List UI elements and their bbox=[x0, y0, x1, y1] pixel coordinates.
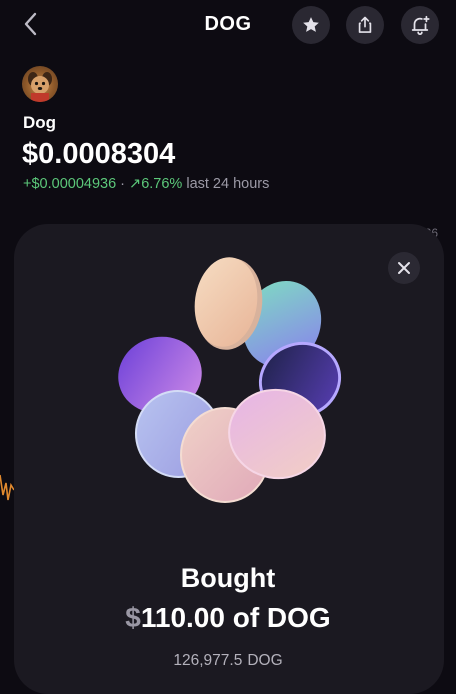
change-amount: +$0.00004936 bbox=[23, 176, 117, 192]
amount-text: 110.00 of DOG bbox=[140, 602, 331, 633]
change-percent: ↗6.76% bbox=[129, 176, 183, 192]
quantity-unit: DOG bbox=[247, 652, 283, 669]
star-icon bbox=[303, 17, 319, 32]
change-period: last 24 hours bbox=[186, 176, 270, 192]
price-change: +$0.00004936 · ↗6.76% last 24 hours bbox=[23, 176, 269, 192]
dog-logo-icon bbox=[28, 72, 52, 102]
close-icon bbox=[398, 262, 410, 274]
close-button[interactable] bbox=[388, 252, 420, 284]
coin-price: $0.0008304 bbox=[22, 138, 176, 170]
purchase-status: Bought bbox=[180, 563, 276, 593]
coin-avatar bbox=[22, 66, 58, 102]
price-alert-button[interactable] bbox=[401, 6, 439, 44]
page-title: DOG bbox=[204, 13, 252, 35]
currency-symbol: $ bbox=[125, 602, 141, 633]
top-bar: DOG bbox=[0, 0, 456, 50]
price-chart-edge bbox=[0, 474, 14, 501]
separator: · bbox=[120, 176, 126, 192]
quantity-value: 126,977.5 bbox=[173, 652, 243, 669]
favorite-button[interactable] bbox=[292, 6, 330, 44]
coin-name: Dog bbox=[23, 113, 57, 132]
coins-illustration bbox=[118, 257, 342, 503]
purchase-amount: $110.00 of DOG bbox=[0, 602, 456, 634]
share-button[interactable] bbox=[346, 6, 384, 44]
purchase-quantity: 126,977.5 DOG bbox=[0, 652, 456, 670]
bell-plus-icon bbox=[411, 15, 430, 36]
share-icon bbox=[358, 16, 372, 33]
